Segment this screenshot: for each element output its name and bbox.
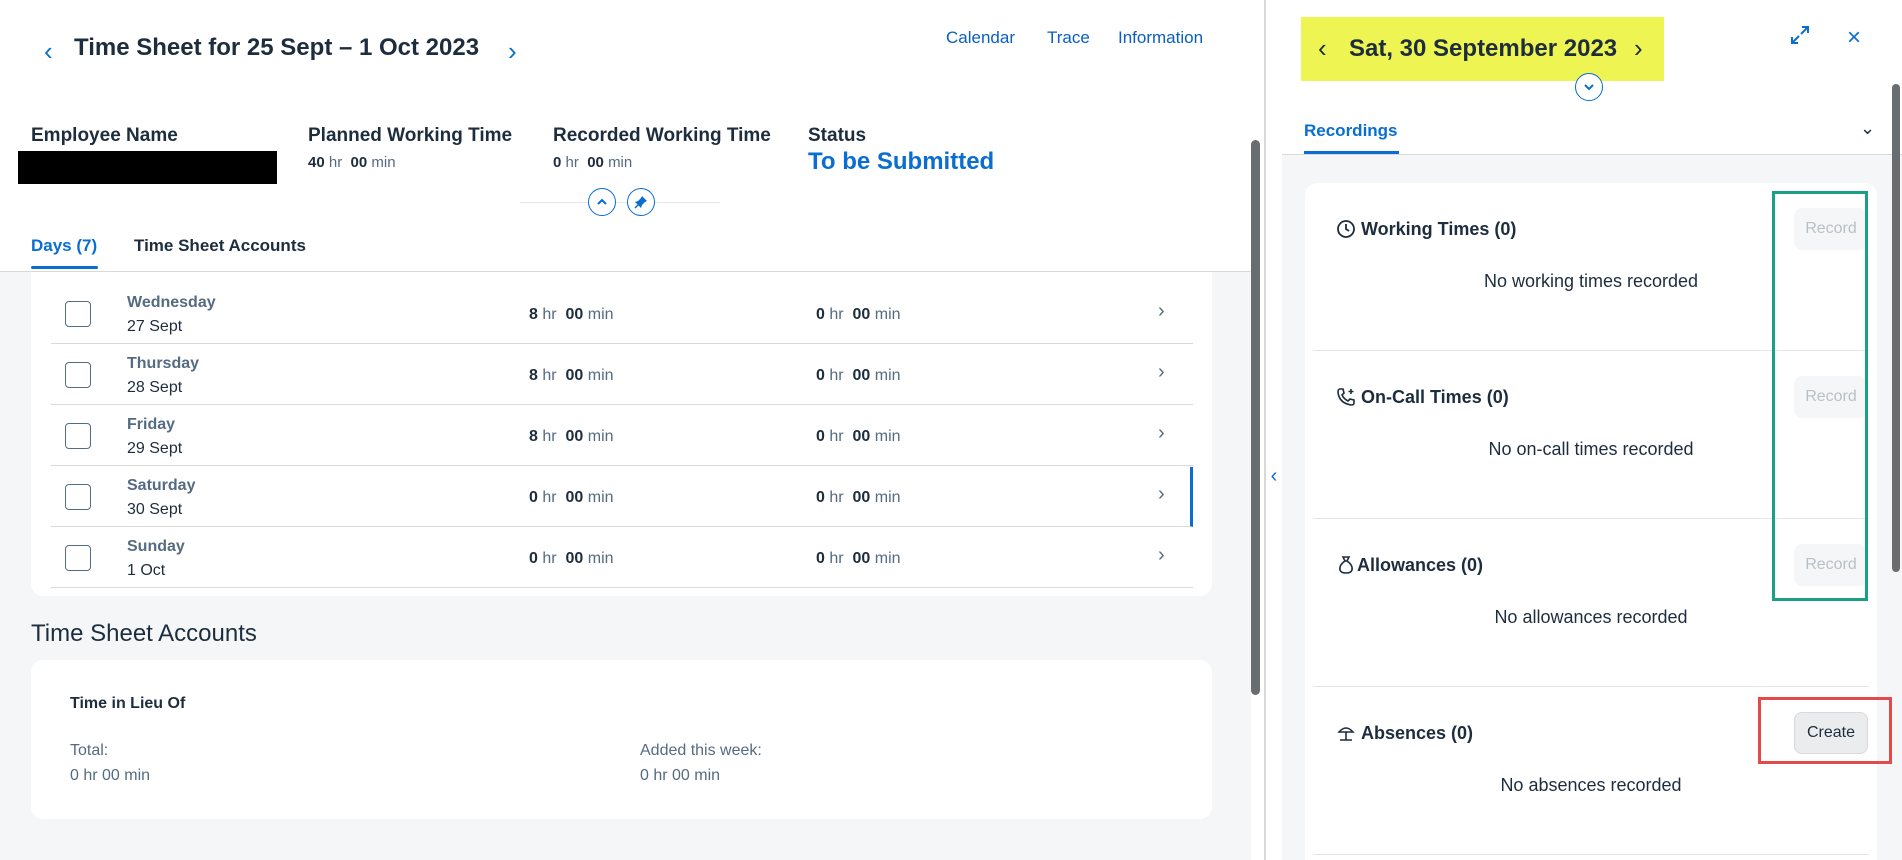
status-value: To be Submitted: [808, 148, 995, 175]
chevron-down-icon: [1584, 84, 1594, 91]
pin-header-button[interactable]: [627, 188, 655, 216]
row-recorded-time: 0 hr 00 min: [816, 306, 901, 323]
chevron-up-icon: [597, 198, 607, 205]
section-title: Working Times (0): [1361, 219, 1517, 239]
row-day: Sunday: [127, 538, 185, 555]
table-row[interactable]: Sunday 1 Oct 0 hr 00 min 0 hr 00 min ›: [51, 528, 1193, 588]
empty-message: No absences recorded: [1500, 775, 1682, 795]
section-title: On-Call Times (0): [1361, 387, 1509, 407]
row-day: Thursday: [127, 355, 200, 372]
planned-working-time-label: Planned Working Time: [308, 125, 513, 146]
timesheet-header: ‹ Time Sheet for 25 Sept – 1 Oct 2023 › …: [0, 0, 1251, 272]
collapse-header-button[interactable]: [588, 188, 616, 216]
row-checkbox[interactable]: [65, 362, 91, 388]
record-buttons-highlight: [1772, 191, 1868, 601]
money-bag-icon: [1339, 556, 1353, 574]
status-label: Status: [808, 125, 867, 146]
row-planned-time: 0 hr 00 min: [529, 550, 614, 567]
added-this-week-label: Added this week:: [640, 742, 762, 759]
trace-link[interactable]: Trace: [1047, 28, 1090, 48]
phone-icon: [1337, 388, 1355, 406]
table-row[interactable]: Friday 29 Sept 8 hr 00 min 0 hr 00 min ›: [51, 406, 1193, 466]
row-recorded-time: 0 hr 00 min: [816, 489, 901, 506]
row-planned-time: 8 hr 00 min: [529, 428, 614, 445]
row-recorded-time: 0 hr 00 min: [816, 428, 901, 445]
time-sheet-accounts-heading: Time Sheet Accounts: [31, 620, 257, 647]
detail-date-title: Sat, 30 September 2023: [1349, 35, 1618, 62]
tab-days[interactable]: Days (7): [31, 236, 97, 256]
chevron-right-icon[interactable]: ›: [1158, 544, 1165, 567]
tab-recordings[interactable]: Recordings: [1304, 121, 1398, 141]
chevron-right-icon[interactable]: ›: [1158, 361, 1165, 384]
added-this-week-value: 0 hr 00 min: [640, 767, 721, 784]
pin-icon: [634, 196, 647, 209]
account-name: Time in Lieu Of: [70, 695, 186, 712]
row-planned-time: 8 hr 00 min: [529, 306, 614, 323]
total-label: Total:: [70, 742, 109, 759]
row-recorded-time: 0 hr 00 min: [816, 550, 901, 567]
timesheet-pane: ‹ Time Sheet for 25 Sept – 1 Oct 2023 › …: [0, 0, 1251, 860]
next-day-button[interactable]: ›: [1634, 35, 1643, 61]
row-day: Saturday: [127, 477, 196, 494]
collapse-side-pane-button[interactable]: ‹: [1266, 462, 1282, 490]
row-checkbox[interactable]: [65, 484, 91, 510]
date-highlight: ‹ Sat, 30 September 2023 ›: [1301, 17, 1664, 81]
row-day: Wednesday: [127, 294, 216, 311]
tab-time-sheet-accounts[interactable]: Time Sheet Accounts: [134, 236, 306, 256]
clock-icon: [1337, 220, 1355, 238]
right-scrollbar[interactable]: [1892, 84, 1900, 572]
section-title: Absences (0): [1361, 723, 1474, 743]
create-button-highlight: [1758, 697, 1892, 764]
beach-icon: [1337, 727, 1355, 741]
pane-splitter[interactable]: [1264, 0, 1266, 860]
row-date: 1 Oct: [127, 562, 166, 579]
row-date: 30 Sept: [127, 501, 183, 518]
previous-day-button[interactable]: ‹: [1318, 35, 1327, 61]
row-planned-time: 0 hr 00 min: [529, 489, 614, 506]
row-date: 29 Sept: [127, 440, 183, 457]
total-value: 0 hr 00 min: [70, 767, 151, 784]
page-title: Time Sheet for 25 Sept – 1 Oct 2023: [74, 34, 480, 61]
row-date: 27 Sept: [127, 318, 183, 335]
next-week-button[interactable]: ›: [508, 38, 517, 64]
calendar-link[interactable]: Calendar: [946, 28, 1015, 48]
chevron-down-icon[interactable]: ⌄: [1860, 118, 1875, 139]
employee-name-label: Employee Name: [31, 125, 178, 146]
row-planned-time: 8 hr 00 min: [529, 367, 614, 384]
row-checkbox[interactable]: [65, 423, 91, 449]
row-checkbox[interactable]: [65, 545, 91, 571]
planned-working-time-value: 40 hr 00 min: [308, 154, 396, 171]
expand-icon[interactable]: [1789, 24, 1817, 52]
header-divider: [520, 202, 720, 203]
section-title: Allowances (0): [1357, 555, 1484, 575]
row-day: Friday: [127, 416, 176, 433]
table-row[interactable]: Thursday 28 Sept 8 hr 00 min 0 hr 00 min…: [51, 345, 1193, 405]
table-row[interactable]: Wednesday 27 Sept 8 hr 00 min 0 hr 00 mi…: [51, 284, 1193, 344]
row-recorded-time: 0 hr 00 min: [816, 367, 901, 384]
recorded-working-time-value: 0 hr 00 min: [553, 154, 633, 171]
left-scrollbar[interactable]: [1251, 140, 1260, 695]
recorded-working-time-label: Recorded Working Time: [553, 125, 771, 146]
row-checkbox[interactable]: [65, 301, 91, 327]
chevron-right-icon[interactable]: ›: [1158, 483, 1165, 506]
time-sheet-accounts-card: Time in Lieu Of Total: 0 hr 00 min Added…: [31, 660, 1212, 819]
chevron-right-icon[interactable]: ›: [1158, 422, 1165, 445]
days-table: Wednesday 27 Sept 8 hr 00 min 0 hr 00 mi…: [31, 272, 1212, 596]
chevron-right-icon[interactable]: ›: [1158, 300, 1165, 323]
close-icon[interactable]: ×: [1840, 24, 1868, 52]
information-link[interactable]: Information: [1118, 28, 1203, 48]
employee-name-redacted: [18, 151, 277, 184]
empty-message: No allowances recorded: [1494, 607, 1688, 627]
row-date: 28 Sept: [127, 379, 183, 396]
chevron-left-icon: ‹: [1270, 464, 1278, 487]
previous-week-button[interactable]: ‹: [44, 38, 53, 64]
table-row-selected[interactable]: Saturday 30 Sept 0 hr 00 min 0 hr 00 min…: [51, 467, 1193, 527]
tab-days-indicator: [31, 266, 98, 269]
expand-header-button[interactable]: [1575, 73, 1603, 101]
